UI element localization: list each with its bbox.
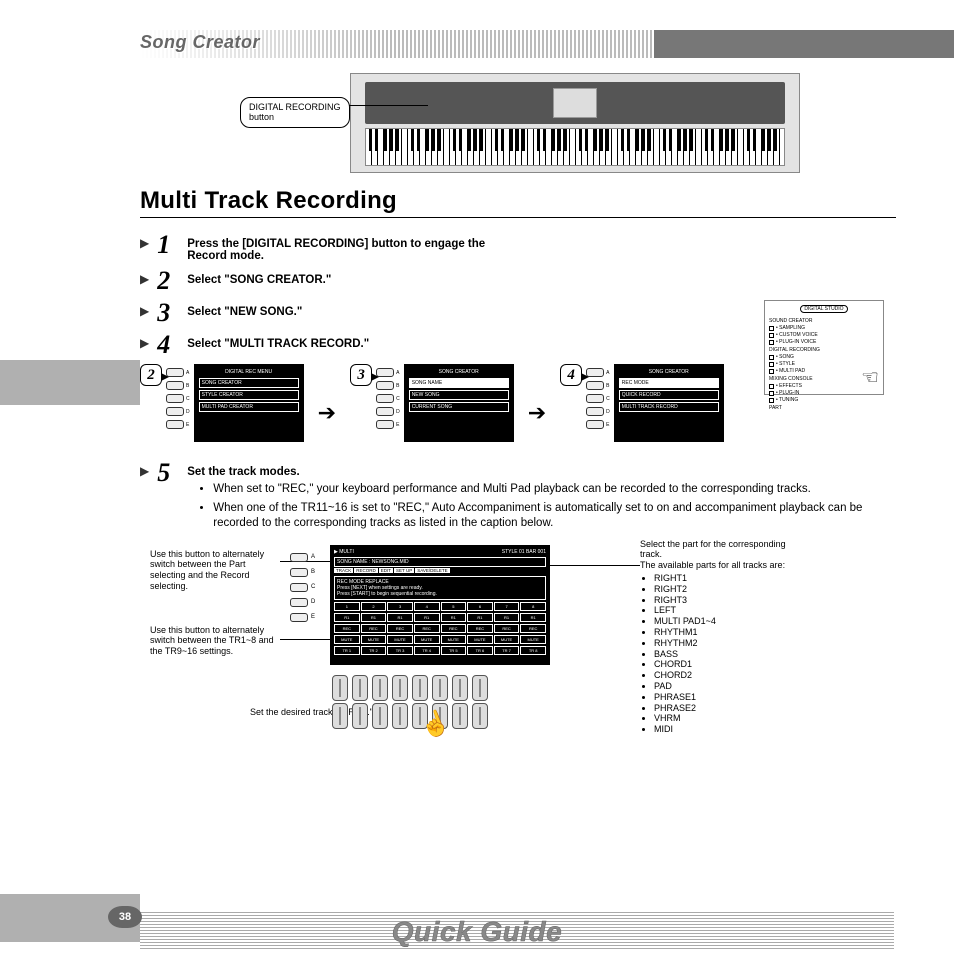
detail-diagram: Use this button to alternately switch be… [140, 545, 894, 805]
digital-recording-callout: DIGITAL RECORDING button [240, 97, 350, 128]
callout-line2: button [249, 112, 274, 122]
digital-studio-panel-illustration: DIGITAL STUDIO SOUND CREATOR• SAMPLING• … [764, 300, 884, 395]
footer-title: Quick Guide [392, 916, 562, 948]
step-arrow-icon: ▶ [140, 336, 149, 350]
arrow-right-icon: ➔ [318, 400, 336, 426]
step-number: 2 [157, 268, 179, 294]
step-5: ▶ 5 Set the track modes. When set to "RE… [140, 460, 894, 535]
page-number: 38 [108, 906, 142, 928]
step-1: ▶ 1 Press the [DIGITAL RECORDING] button… [140, 232, 894, 262]
step-number: 4 [157, 332, 179, 358]
step-bubble-3: 3 [350, 364, 372, 386]
section-header: Song Creator [140, 30, 894, 53]
page-footer: Quick Guide [0, 894, 954, 954]
lcd-screen-4: SONG CREATOR REC MODE QUICK RECORDMULTI … [614, 364, 724, 442]
step-bubble-4: 4 [560, 364, 582, 386]
step-2: ▶ 2 Select "SONG CREATOR." [140, 268, 894, 294]
note-tr-switch: Use this button to alternately switch be… [150, 625, 280, 657]
step-number: 5 [157, 460, 179, 486]
step-arrow-icon: ▶ [140, 236, 149, 250]
page-title: Multi Track Recording [140, 187, 896, 218]
lcd-screen-3: SONG CREATOR SONG NAME NEW SONGCURRENT S… [404, 364, 514, 442]
step-arrow-icon: ▶ [140, 464, 149, 478]
step-arrow-icon: ▶ [140, 272, 149, 286]
step-arrow-icon: ▶ [140, 304, 149, 318]
section-header-title: Song Creator [140, 30, 894, 53]
lcd-screen-2: DIGITAL REC MENU SONG CREATORSTYLE CREAT… [194, 364, 304, 442]
detail-lcd-screen: ▶ MULTI STYLE 01 BAR 001 SONG NAME : NEW… [330, 545, 550, 665]
callout-line1: DIGITAL RECORDING [249, 102, 341, 112]
note-part-record-switch: Use this button to alternately switch be… [150, 549, 280, 592]
step-number: 1 [157, 232, 179, 258]
step-number: 3 [157, 300, 179, 326]
side-gray-tab [0, 360, 140, 405]
keyboard-diagram: DIGITAL RECORDING button [140, 73, 894, 183]
note-available-parts: Select the part for the corresponding tr… [640, 539, 800, 735]
step-bubble-2: 2 [140, 364, 162, 386]
keyboard-illustration [350, 73, 800, 173]
arrow-right-icon: ➔ [528, 400, 546, 426]
step-5-heading: Set the track modes. [187, 466, 299, 478]
hand-pointer-icon: ☞ [861, 365, 879, 390]
